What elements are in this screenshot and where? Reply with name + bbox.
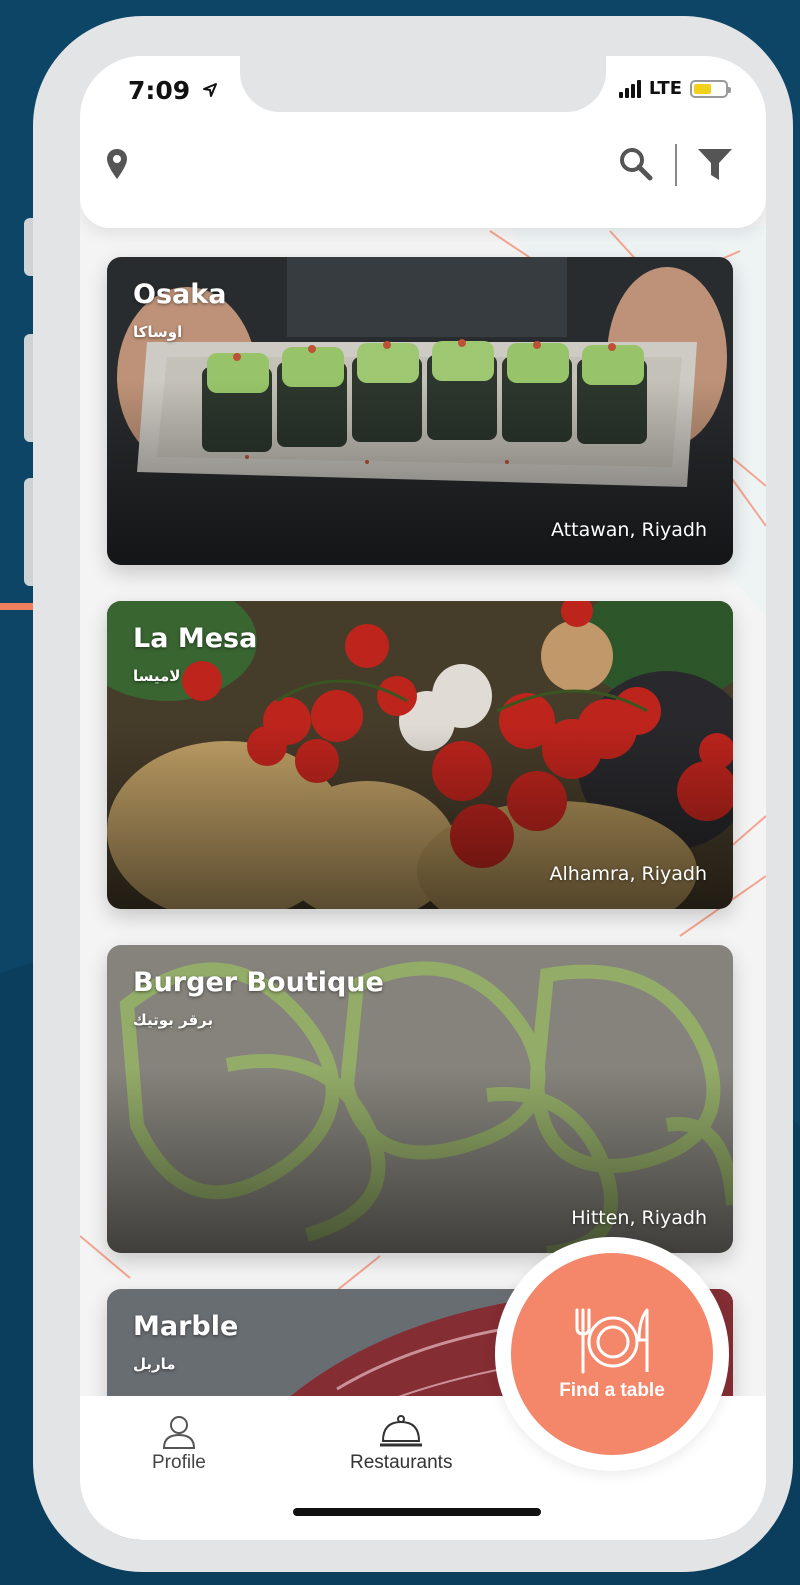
restaurant-name-arabic: اوساكا (133, 323, 183, 341)
restaurant-name-arabic: لاميسا (133, 667, 181, 685)
restaurant-location: Hitten, Riyadh (571, 1207, 707, 1229)
tab-restaurants-label: Restaurants (350, 1452, 453, 1473)
filter-icon[interactable] (697, 148, 733, 182)
location-arrow-icon (203, 83, 217, 97)
search-icon[interactable] (618, 146, 654, 182)
app-screen: 7:09 LTE Osaka اوساكا Attawan, Riyadh La… (80, 56, 766, 1540)
signal-icon (618, 79, 641, 98)
background-accent-line (0, 603, 36, 610)
restaurant-name-arabic: برقر بوتيك (133, 1011, 214, 1029)
restaurant-name: Burger Boutique (133, 967, 384, 998)
tab-profile-label: Profile (152, 1452, 206, 1473)
tab-restaurants[interactable]: Restaurants (350, 1414, 452, 1474)
header-divider (675, 144, 677, 186)
find-table-button-ring: Find a table (495, 1237, 729, 1471)
status-right: LTE (618, 78, 731, 99)
restaurant-name: La Mesa (133, 623, 258, 654)
fork-plate-knife-icon (575, 1308, 649, 1374)
phone-frame: 7:09 LTE Osaka اوساكا Attawan, Riyadh La… (33, 16, 793, 1572)
cloche-icon (380, 1415, 423, 1447)
restaurant-name: Osaka (133, 279, 227, 310)
restaurant-name: Marble (133, 1311, 239, 1342)
top-header: 7:09 LTE (80, 56, 766, 228)
status-time: 7:09 (128, 76, 191, 105)
find-table-button[interactable]: Find a table (511, 1253, 713, 1455)
tab-profile[interactable]: Profile (152, 1414, 206, 1474)
network-label: LTE (648, 78, 682, 99)
restaurant-name-arabic: ماربل (133, 1355, 176, 1373)
notch (240, 56, 606, 112)
battery-icon (690, 79, 731, 98)
location-pin-icon[interactable] (106, 148, 128, 180)
restaurant-location: Alhamra, Riyadh (549, 863, 707, 885)
find-table-label: Find a table (559, 1380, 665, 1401)
restaurant-card-osaka[interactable]: Osaka اوساكا Attawan, Riyadh (107, 257, 733, 565)
restaurant-location: Attawan, Riyadh (551, 519, 707, 541)
person-icon (162, 1416, 195, 1449)
restaurant-card-la-mesa[interactable]: La Mesa لاميسا Alhamra, Riyadh (107, 601, 733, 909)
home-indicator (293, 1508, 541, 1516)
restaurant-card-burger-boutique[interactable]: Burger Boutique برقر بوتيك Hitten, Riyad… (107, 945, 733, 1253)
